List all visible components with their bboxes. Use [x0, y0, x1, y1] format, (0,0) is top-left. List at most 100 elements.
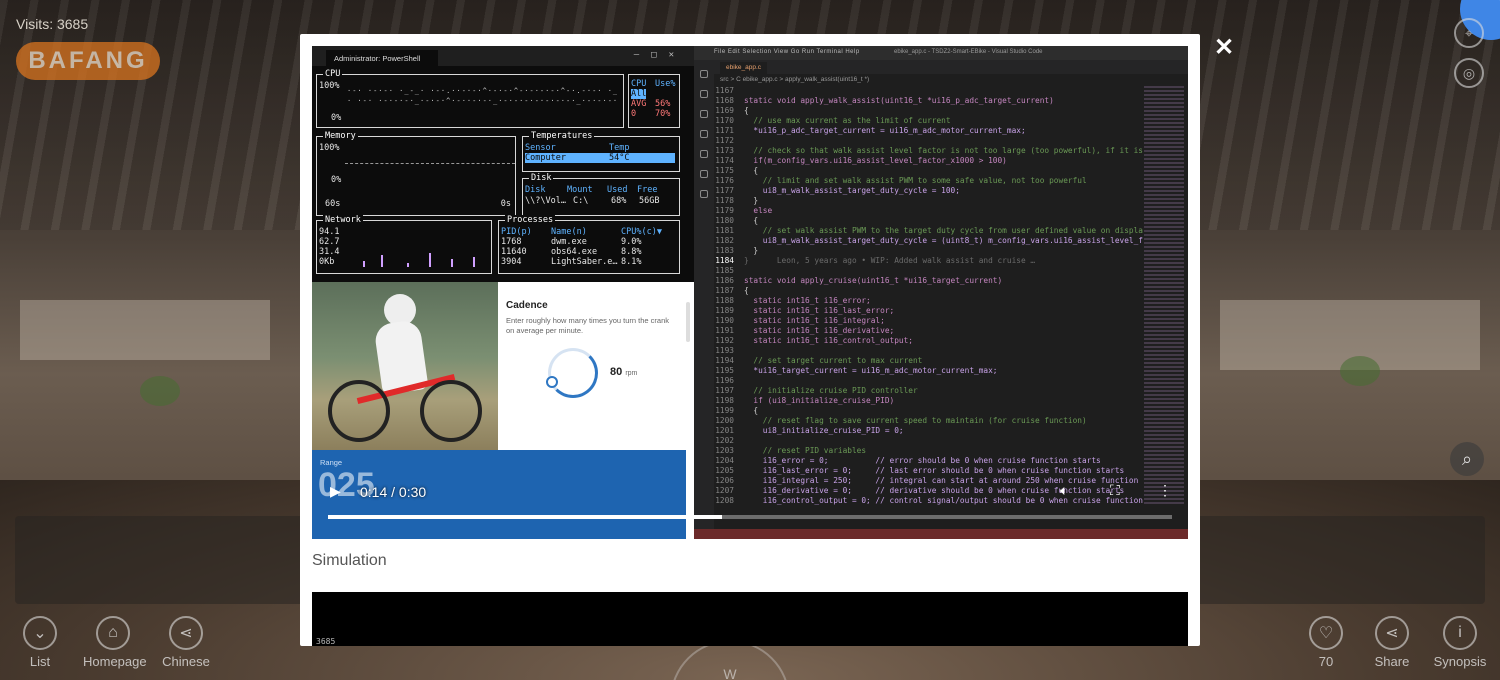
code-line: 1190 static int16_t i16_integral; [714, 316, 1144, 326]
code-text: static int16_t i16_control_output; [744, 336, 913, 345]
video-progress-bar[interactable] [328, 515, 1172, 519]
window-controls-icon: –□✕ [633, 50, 686, 60]
processes-title: Processes [505, 215, 556, 225]
nav-chinese[interactable]: ⋖ Chinese [156, 616, 216, 669]
code-text: *ui16_p_adc_target_current = ui16_m_adc_… [744, 126, 1026, 135]
line-number: 1199 [715, 406, 734, 415]
play-icon[interactable]: ▶ [330, 483, 341, 500]
code-text: i16_integral = 250; // integral can star… [744, 476, 1139, 485]
code-text: static int16_t i16_error; [744, 296, 871, 305]
vscode-window-title: ebike_app.c - TSDZ2-Smart-EBike - Visual… [894, 49, 1043, 55]
code-text: i16_control_output = 0; // control signa… [744, 496, 1144, 505]
line-number: 1173 [715, 146, 734, 155]
code-line: 1189 static int16_t i16_last_error; [714, 306, 1144, 316]
share-nodes-icon: ⋖ [1375, 616, 1409, 650]
code-line: 1205 i16_last_error = 0; // last error s… [714, 466, 1144, 476]
disk-name: \\?\Vol… [525, 196, 566, 206]
code-line: 1181 // set walk assist PWM to the targe… [714, 226, 1144, 236]
code-line: 1195 *ui16_target_current = ui16_m_adc_m… [714, 366, 1144, 376]
line-number: 1203 [715, 446, 734, 455]
nav-homepage[interactable]: ⌂ Homepage [83, 616, 147, 669]
network-graph [347, 237, 487, 267]
vr-glasses-icon[interactable]: ◎ [1454, 58, 1484, 88]
magnifier-icon[interactable]: ⌕ [1450, 442, 1484, 476]
line-number: 1168 [715, 96, 734, 105]
home-icon: ⌂ [96, 616, 130, 650]
code-line: 1170 // use max current as the limit of … [714, 116, 1144, 126]
code-line: 1168 static void apply_walk_assist(uint16… [714, 96, 1144, 106]
nav-synopsis[interactable]: i Synopsis [1430, 616, 1490, 669]
code-text: static void apply_walk_assist(uint16_t *… [744, 96, 1054, 105]
nav-share-label: Share [1374, 654, 1410, 669]
heart-icon: ♡ [1309, 616, 1343, 650]
code-text: static int16_t i16_last_error; [744, 306, 895, 315]
brand-logo[interactable]: BAFANG [16, 42, 160, 80]
line-number: 1198 [715, 396, 734, 405]
disk-title: Disk [529, 173, 554, 183]
modal-close-button[interactable]: ✕ [1214, 33, 1234, 62]
cpu-title: CPU [323, 69, 343, 79]
terminal-titlebar: Administrator: PowerShell –□✕ [312, 46, 694, 66]
vscode-minimap [1144, 86, 1184, 506]
cadence-number: 80 [610, 366, 623, 378]
run-debug-icon [700, 130, 708, 138]
code-line: 1171 *ui16_p_adc_target_current = ui16_m… [714, 126, 1144, 136]
nav-likes[interactable]: ♡ 70 [1296, 616, 1356, 669]
cpu-sparkline: ·-· ·-·-· ·_-_· ·-·.··-·-·^·-·-·^-·-·-·-… [347, 87, 617, 95]
code-text: // reset flag to save current speed to m… [744, 416, 1087, 425]
proc-cpu: 8.8% [621, 247, 642, 257]
line-number: 1195 [715, 366, 734, 375]
code-line: 1172 [714, 136, 1144, 146]
code-line: 1179 else [714, 206, 1144, 216]
code-text: { [744, 406, 759, 415]
proc-name: dwm.exe [551, 237, 587, 247]
line-number: 1183 [715, 246, 734, 255]
vscode-titlebar: File Edit Selection View Go Run Terminal… [694, 46, 1188, 60]
second-video-player[interactable]: 3685 [312, 592, 1188, 646]
cadence-dial-knob[interactable] [546, 376, 558, 388]
line-number: 1175 [715, 166, 734, 175]
plant [140, 376, 180, 406]
volume-icon[interactable]: 🔈︎ [1060, 482, 1068, 499]
cpu-y-top: 100% [319, 81, 340, 91]
video-player[interactable]: Administrator: PowerShell –□✕ CPU 100% 0… [312, 46, 1188, 539]
code-line: 1194 // set target current to max curren… [714, 356, 1144, 366]
code-text: // set target current to max current [744, 356, 923, 365]
code-text: if(m_config_vars.ui16_assist_level_facto… [744, 156, 1007, 165]
cadence-scrollbar[interactable] [686, 302, 690, 342]
nav-share[interactable]: ⋖ Share [1362, 616, 1422, 669]
code-line: 1188 static int16_t i16_error; [714, 296, 1144, 306]
cadence-dial[interactable] [548, 348, 598, 398]
powershell-window: Administrator: PowerShell –□✕ CPU 100% 0… [312, 46, 694, 282]
code-line: 1202 [714, 436, 1144, 446]
nav-list[interactable]: ⌄ List [10, 616, 70, 669]
cpu-sparkline: · ·-· ·-·-·-·_·-·-·^·-··-·-·_·-·-·-·-·-·… [347, 97, 617, 105]
mem-y-bottom: 0% [331, 175, 342, 185]
more-options-icon[interactable]: ⋮ [1158, 482, 1172, 499]
time-separator: / [391, 484, 396, 500]
line-number: 1178 [715, 196, 734, 205]
video-time: 0:14 / 0:30 [360, 484, 426, 500]
code-line: 1186 static void apply_cruise(uint16_t *u… [714, 276, 1144, 286]
vscode-statusbar [694, 529, 1188, 539]
nav-likes-count: 70 [1318, 654, 1334, 669]
line-number: 1171 [715, 126, 734, 135]
line-number: 1176 [715, 176, 734, 185]
bike-wheel [420, 380, 482, 442]
code-text: } [744, 246, 759, 255]
disk-used: 68% [611, 196, 627, 206]
compass-direction: W [723, 666, 737, 680]
temps-h-sensor: Sensor [525, 143, 556, 153]
gyroscope-icon[interactable]: ⌖ [1454, 18, 1484, 48]
net-v4: 0Kb [319, 257, 335, 267]
vscode-window: File Edit Selection View Go Run Terminal… [694, 46, 1188, 539]
code-editor: 1167 1168 static void apply_walk_assist(ui… [714, 86, 1144, 506]
code-text: static int16_t i16_integral; [744, 316, 885, 325]
line-number: 1187 [715, 286, 734, 295]
line-number: 1206 [715, 476, 734, 485]
code-text: else [744, 206, 773, 215]
code-text: // initialize cruise PID controller [744, 386, 918, 395]
cadence-panel: Cadence Enter roughly how many times you… [312, 282, 694, 539]
fullscreen-icon[interactable]: ⛶ [1110, 482, 1120, 499]
cpu-y-bottom: 0% [331, 113, 342, 123]
